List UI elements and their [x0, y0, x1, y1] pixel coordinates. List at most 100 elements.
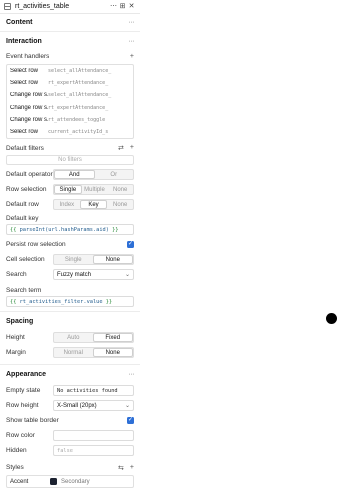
option-index[interactable]: Index [54, 200, 80, 209]
height-row: Height Auto Fixed [0, 330, 140, 345]
row-selection-toggle[interactable]: Single Multiple None [53, 184, 134, 196]
style-accent-row[interactable]: Accent Secondary [6, 475, 134, 489]
handler-event: Change row s... [10, 104, 48, 111]
default-key-input[interactable]: {{ parseInt(url.hashParams.aid) }} [6, 224, 134, 236]
option-single[interactable]: Single [54, 185, 82, 195]
chevron-down-icon: ⌄ [124, 272, 130, 279]
margin-row: Margin Normal None [0, 345, 140, 360]
pin-icon[interactable]: ⊞ [118, 2, 127, 11]
code-brace-open: {{ [10, 298, 17, 305]
row-height-label: Row height [6, 402, 39, 410]
handler-event: Change row s... [10, 92, 48, 99]
default-row-toggle[interactable]: Index Key None [53, 199, 134, 211]
plus-icon[interactable]: + [130, 53, 134, 60]
default-key-wrap: {{ parseInt(url.hashParams.aid) }} [0, 224, 140, 236]
close-icon[interactable]: ✕ [127, 2, 136, 11]
handler-action: rt_attendees_toggle [48, 116, 106, 123]
search-term-wrap: {{ rt_activities_filter.value }} [0, 296, 140, 308]
empty-state-row: Empty state No activities found [0, 383, 140, 398]
search-term-label: Search term [6, 286, 42, 294]
search-label: Search [6, 271, 27, 279]
default-row-label: Default row [6, 201, 39, 209]
option-and[interactable]: And [54, 170, 95, 180]
code-brace-open: {{ [10, 226, 17, 233]
cursor-dot-icon [326, 313, 337, 324]
persist-row-selection-checkbox[interactable]: ✓ [127, 241, 134, 249]
handler-action: select_allAttendance_ [48, 92, 112, 99]
row-selection-row: Row selection Single Multiple None [0, 182, 140, 197]
no-filters-placeholder[interactable]: No filters [6, 155, 134, 166]
event-handler-row[interactable]: Change row s... select_allAttendance_ [7, 89, 133, 101]
option-fixed[interactable]: Fixed [92, 333, 133, 343]
inspector-header: rt_activities_table ⋯ ⊞ ✕ [0, 0, 140, 14]
styles-header: Styles ⇆ + [0, 460, 140, 475]
more-options-icon[interactable]: ⋯ [109, 2, 118, 11]
handler-event: Select row [10, 80, 39, 87]
accent-label: Accent [10, 478, 29, 485]
section-spacing[interactable]: Spacing [0, 312, 140, 330]
section-interaction[interactable]: Interaction ··· [0, 32, 140, 50]
link-icon[interactable]: ⇄ [118, 144, 124, 152]
cell-selection-label: Cell selection [6, 256, 45, 264]
margin-toggle[interactable]: Normal None [53, 347, 134, 359]
option-multiple[interactable]: Multiple [82, 185, 108, 194]
more-horizontal-icon[interactable]: ··· [129, 371, 135, 378]
show-table-border-row: Show table border ✓ [0, 413, 140, 428]
handler-event: Change row s... [10, 116, 48, 123]
option-key[interactable]: Key [79, 200, 108, 210]
more-horizontal-icon[interactable]: ··· [129, 19, 135, 26]
hidden-input[interactable]: false [53, 445, 134, 457]
event-handlers-header: Event handlers + [0, 50, 140, 62]
show-table-border-checkbox[interactable]: ✓ [127, 417, 134, 425]
event-handler-row[interactable]: Select row rt_expertAttendance_ [7, 77, 133, 89]
handler-action: current_activityId_s [48, 129, 109, 136]
default-operator-toggle[interactable]: And Or [53, 169, 134, 181]
section-title: Appearance [6, 370, 47, 378]
row-height-value: X-Small (20px) [57, 402, 97, 409]
search-term-input[interactable]: {{ rt_activities_filter.value }} [6, 296, 134, 308]
option-none[interactable]: None [107, 185, 133, 194]
option-or[interactable]: Or [95, 170, 134, 179]
event-handlers-label: Event handlers [6, 52, 50, 60]
event-handlers-list: Select row select_allAttendance_ Select … [6, 64, 134, 140]
row-height-select[interactable]: X-Small (20px) ⌄ [53, 400, 134, 412]
option-none[interactable]: None [107, 200, 133, 209]
option-auto[interactable]: Auto [54, 333, 93, 342]
option-none[interactable]: None [92, 348, 133, 358]
no-filters-text: No filters [58, 157, 82, 164]
code-expression: rt_activities_filter.value [19, 298, 103, 305]
section-appearance[interactable]: Appearance ··· [0, 365, 140, 383]
more-horizontal-icon[interactable]: ··· [129, 38, 135, 45]
section-content[interactable]: Content ··· [0, 14, 140, 32]
row-selection-label: Row selection [6, 186, 47, 194]
persist-row-selection-row: Persist row selection ✓ [0, 237, 140, 252]
component-icon [4, 3, 11, 10]
option-single[interactable]: Single [54, 255, 93, 264]
search-select-value: Fuzzy match [57, 271, 92, 278]
row-height-row: Row height X-Small (20px) ⌄ [0, 398, 140, 413]
reset-icon[interactable]: ⇆ [118, 464, 124, 472]
event-handler-row[interactable]: Change row s... rt_attendees_toggle [7, 114, 133, 126]
row-color-input[interactable] [53, 430, 134, 442]
empty-state-input[interactable]: No activities found [53, 385, 134, 397]
cell-selection-toggle[interactable]: Single None [53, 254, 134, 266]
event-handler-row[interactable]: Select row current_activityId_s [7, 126, 133, 138]
persist-row-selection-label: Persist row selection [6, 241, 66, 249]
row-color-label: Row color [6, 432, 35, 440]
height-toggle[interactable]: Auto Fixed [53, 332, 134, 344]
event-handler-row[interactable]: Select row select_allAttendance_ [7, 65, 133, 77]
option-normal[interactable]: Normal [54, 348, 93, 357]
option-none[interactable]: None [92, 255, 133, 265]
plus-icon[interactable]: + [130, 464, 134, 472]
default-filters-label: Default filters [6, 144, 44, 152]
accent-swatch[interactable] [50, 478, 57, 486]
handler-event: Select row [10, 129, 39, 136]
handler-action: rt_expertAttendance_ [48, 80, 109, 87]
plus-icon[interactable]: + [130, 144, 134, 152]
default-operator-label: Default operator [6, 171, 53, 179]
inspector-panel: rt_activities_table ⋯ ⊞ ✕ Content ··· In… [0, 0, 140, 500]
code-brace-close: }} [112, 226, 119, 233]
component-name[interactable]: rt_activities_table [15, 3, 109, 10]
search-select[interactable]: Fuzzy match ⌄ [53, 269, 134, 281]
event-handler-row[interactable]: Change row s... rt_expertAttendance_ [7, 102, 133, 114]
